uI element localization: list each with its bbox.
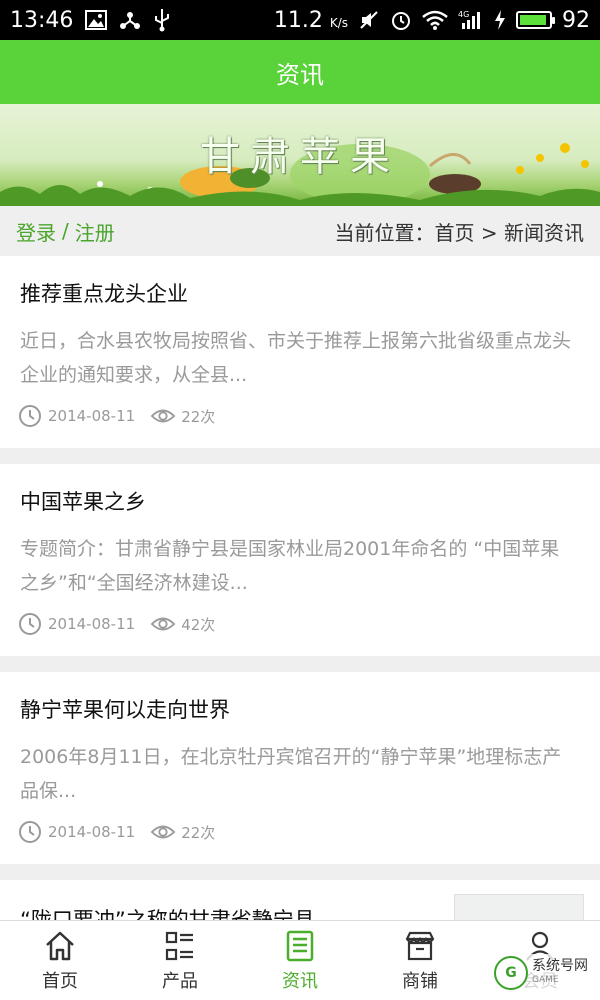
svg-text:4G: 4G [458,10,469,19]
divider [0,656,600,672]
news-title: “陇口要冲”之称的甘肃省静宁县 [20,908,315,920]
news-summary: 近日，合水县农牧局按照省、市关于推荐上报第六批省级重点龙头企业的通知要求，从全县… [20,330,572,386]
news-title: 中国苹果之乡 [20,490,146,514]
image-icon [85,8,108,32]
news-item[interactable]: 静宁苹果何以走向世界 2006年8月11日，在北京牡丹宾馆召开的“静宁苹果”地理… [0,672,600,864]
news-summary: 2006年8月11日，在北京牡丹宾馆召开的“静宁苹果”地理标志产品保... [20,746,562,802]
news-icon [283,929,317,963]
watermark: G 系统号网 GAME [490,954,592,992]
clock-icon [18,612,42,636]
current-position: 当前位置：首页 > 新闻资讯 [334,220,584,245]
news-title: 推荐重点龙头企业 [20,282,188,306]
tab-label: 资讯 [282,970,318,992]
home-icon [43,929,77,963]
news-date: 2014-08-11 [48,823,136,841]
tab-shop[interactable]: 商铺 [360,921,480,1000]
news-thumbnail [454,894,584,920]
eye-icon [151,612,176,636]
news-views: 42次 [181,615,216,634]
news-meta: 2014-08-11 22次 [18,404,215,428]
watermark-text: 系统号网 [532,958,588,974]
mute-icon [358,8,380,32]
login-link[interactable]: 登录 [16,217,56,246]
usb-icon [153,8,171,32]
tab-label: 首页 [42,970,78,992]
signal-4g-icon: 4G [458,8,484,32]
banner-title: 甘肃苹果 [200,134,400,180]
tab-label: 商铺 [402,970,438,992]
tab-label: 产品 [162,970,198,992]
status-time: 13:46 [10,7,74,33]
news-item[interactable]: 推荐重点龙头企业 近日，合水县农牧局按照省、市关于推荐上报第六批省级重点龙头企业… [0,256,600,448]
grid-list-icon [163,929,197,963]
network-speed: 11.2 K/s [273,7,348,33]
app-header: 资讯 [0,40,600,104]
charging-icon [494,8,506,32]
news-date: 2014-08-11 [48,407,136,425]
register-link[interactable]: 注册 [75,217,115,246]
divider [0,448,600,464]
clock-icon [18,404,42,428]
shop-icon [403,929,437,963]
watermark-sub: GAME [532,975,559,985]
banner: 甘肃苹果 [0,104,600,206]
news-item[interactable]: 中国苹果之乡 专题简介：甘肃省静宁县是国家林业局2001年命名的 “中国苹果之乡… [0,464,600,656]
news-views: 22次 [181,407,216,426]
eye-icon [151,820,176,844]
alarm-icon [390,8,412,32]
news-views: 22次 [181,823,216,842]
eye-icon [151,404,176,428]
tab-home[interactable]: 首页 [0,921,120,1000]
breadcrumb: 登录 / 注册 当前位置：首页 > 新闻资讯 [0,206,600,256]
tab-news[interactable]: 资讯 [240,921,360,1000]
news-meta: 2014-08-11 42次 [18,612,215,636]
news-title: 静宁苹果何以走向世界 [20,698,230,722]
login-register-separator: / [62,219,69,243]
news-meta: 2014-08-11 22次 [18,820,215,844]
page-title: 资讯 [276,60,324,89]
news-date: 2014-08-11 [48,615,136,633]
divider [0,864,600,880]
share-icon [119,8,141,32]
wifi-icon [422,8,448,32]
tab-products[interactable]: 产品 [120,921,240,1000]
battery-icon [516,11,555,29]
news-summary: 专题简介：甘肃省静宁县是国家林业局2001年命名的 “中国苹果之乡”和“全国经济… [20,538,560,594]
news-item[interactable]: “陇口要冲”之称的甘肃省静宁县 [0,880,600,920]
battery-percentage: 92 [562,7,590,33]
status-bar: 13:46 11.2 K/s 4G 92 [0,0,600,40]
watermark-logo-icon: G [494,956,528,990]
clock-icon [18,820,42,844]
